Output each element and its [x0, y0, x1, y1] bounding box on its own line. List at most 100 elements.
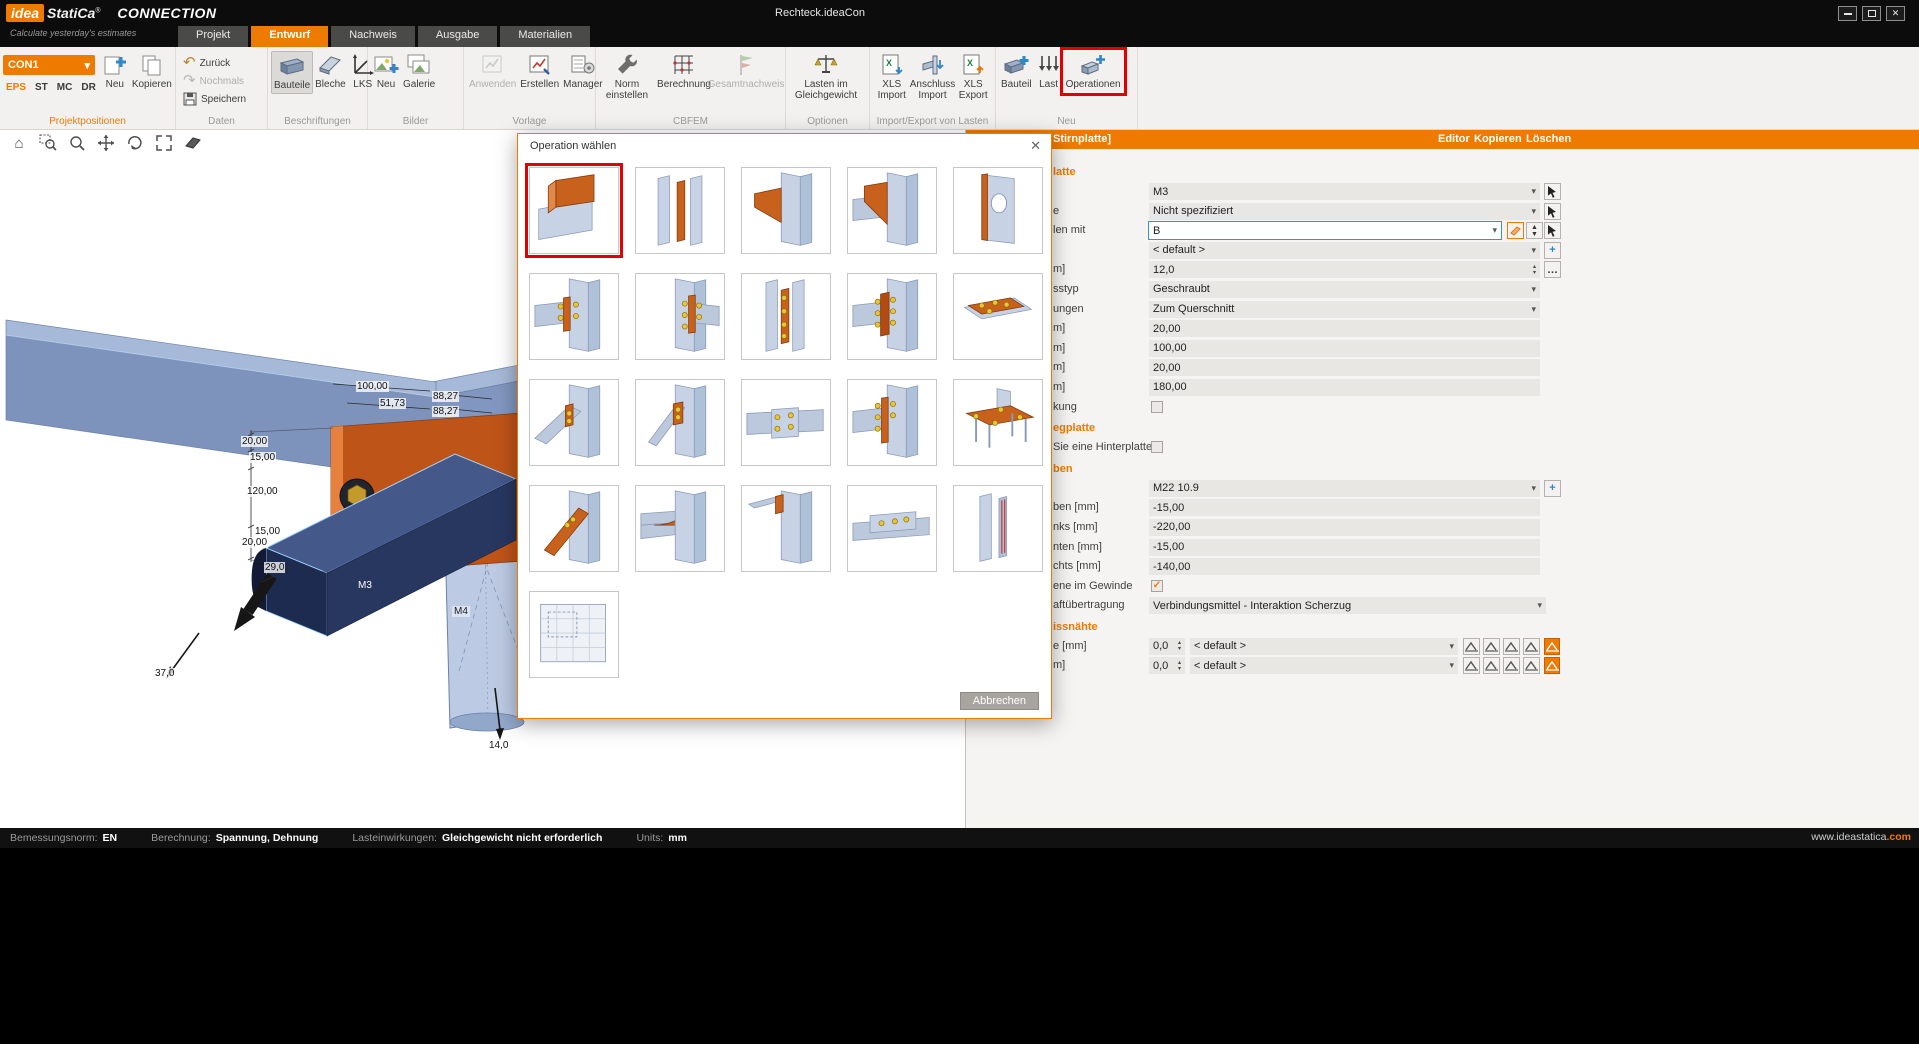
editor-button[interactable]: Editor: [1438, 133, 1470, 145]
reorder-button[interactable]: ▲▼: [1526, 222, 1543, 239]
operation-tile-15[interactable]: [953, 379, 1043, 466]
neu-position-button[interactable]: Neu: [100, 51, 130, 92]
weld-type-button[interactable]: [1503, 638, 1520, 655]
weld-type-button[interactable]: [1503, 657, 1520, 674]
operation-tile-17[interactable]: [635, 485, 725, 572]
weld-type-button[interactable]: [1523, 638, 1540, 655]
select-in-scene-button[interactable]: [1544, 183, 1561, 200]
property-field[interactable]: -140,00: [1149, 558, 1540, 575]
cancel-button[interactable]: Abbrechen: [960, 692, 1039, 710]
operation-tile-3[interactable]: [741, 167, 831, 254]
xls-import-button[interactable]: X XLS Import: [873, 51, 911, 102]
operation-tile-20[interactable]: [953, 485, 1043, 572]
close-dialog-icon[interactable]: ✕: [1030, 138, 1041, 154]
checkbox[interactable]: [1151, 441, 1163, 453]
plate-side-button[interactable]: [1507, 222, 1524, 239]
operation-tile-8[interactable]: [741, 273, 831, 360]
gesamtnachweis-button[interactable]: Gesamtnachweis: [713, 51, 779, 92]
property-field[interactable]: 180,00: [1149, 379, 1540, 396]
weld-type-button[interactable]: [1523, 657, 1540, 674]
checkbox[interactable]: [1151, 401, 1163, 413]
property-dropdown[interactable]: < default >▾: [1190, 638, 1458, 655]
anwenden-button[interactable]: Anwenden: [467, 51, 518, 92]
kopieren-position-button[interactable]: Kopieren: [130, 51, 174, 92]
property-field[interactable]: 20,00: [1149, 320, 1540, 337]
property-dropdown[interactable]: M22 10.9▾: [1149, 480, 1540, 497]
checkbox[interactable]: ✓: [1151, 580, 1163, 592]
clipping-plane-icon[interactable]: [182, 133, 204, 153]
property-field[interactable]: -220,00: [1149, 519, 1540, 536]
weld-type-button[interactable]: [1463, 657, 1480, 674]
zoom-icon[interactable]: [66, 133, 88, 153]
pos-type-dr[interactable]: DR: [81, 82, 95, 93]
zurueck-button[interactable]: ↶Zurück: [179, 54, 264, 72]
operation-tile-9[interactable]: [847, 273, 937, 360]
property-dropdown[interactable]: Nicht spezifiziert▾: [1149, 203, 1540, 220]
bauteile-toggle[interactable]: Bauteile: [271, 51, 313, 94]
bleche-toggle[interactable]: Bleche: [313, 51, 348, 92]
operation-tile-6[interactable]: [529, 273, 619, 360]
tab-nachweis[interactable]: Nachweis: [331, 26, 415, 47]
pos-type-mc[interactable]: MC: [57, 82, 73, 93]
tab-ausgabe[interactable]: Ausgabe: [418, 26, 497, 47]
property-dropdown[interactable]: Verbindungsmittel - Interaktion Scherzug…: [1149, 597, 1546, 614]
loeschen-operation-button[interactable]: Löschen: [1526, 133, 1571, 145]
website-link[interactable]: www.ideastatica.com: [1811, 831, 1911, 843]
maximize-button[interactable]: [1862, 6, 1881, 21]
neu-bild-button[interactable]: Neu: [371, 51, 401, 92]
property-field[interactable]: 100,00: [1149, 340, 1540, 357]
erstellen-button[interactable]: Erstellen: [518, 51, 561, 92]
operation-tile-7[interactable]: [635, 273, 725, 360]
norm-einstellen-button[interactable]: Norm einstellen: [599, 51, 655, 102]
add-item-button[interactable]: +: [1544, 480, 1561, 497]
property-dropdown[interactable]: Zum Querschnitt▾: [1149, 301, 1540, 318]
property-spinner[interactable]: 0,0▴▾: [1149, 657, 1185, 674]
operation-tile-16[interactable]: [529, 485, 619, 572]
weld-active-button[interactable]: [1544, 638, 1560, 655]
spinner-arrows-icon[interactable]: ▴▾: [1178, 640, 1181, 652]
operation-tile-4[interactable]: [847, 167, 937, 254]
property-field[interactable]: -15,00: [1149, 539, 1540, 556]
pos-type-st[interactable]: ST: [35, 82, 48, 93]
pan-icon[interactable]: [95, 133, 117, 153]
tab-projekt[interactable]: Projekt: [178, 26, 248, 47]
operation-tile-18[interactable]: [741, 485, 831, 572]
anschluss-import-button[interactable]: Anschluss Import: [911, 51, 955, 102]
project-item-selector[interactable]: CON1▾: [3, 55, 95, 75]
galerie-button[interactable]: Galerie: [401, 51, 437, 92]
operation-tile-19[interactable]: [847, 485, 937, 572]
weld-type-button[interactable]: [1483, 638, 1500, 655]
operation-tile-12[interactable]: [635, 379, 725, 466]
lasten-gleichgewicht-button[interactable]: Lasten im Gleichgewicht: [789, 51, 863, 102]
zoom-extents-icon[interactable]: [153, 133, 175, 153]
tab-materialien[interactable]: Materialien: [500, 26, 590, 47]
weld-active-button[interactable]: [1544, 657, 1560, 674]
operation-tile-10[interactable]: [953, 273, 1043, 360]
kopieren-operation-button[interactable]: Kopieren: [1474, 133, 1522, 145]
operation-tile-14[interactable]: [847, 379, 937, 466]
property-dropdown[interactable]: < default >▾: [1190, 657, 1458, 674]
xls-export-button[interactable]: X XLS Export: [955, 51, 993, 102]
property-dropdown[interactable]: B▾: [1149, 222, 1501, 239]
last-neu-button[interactable]: Last: [1034, 51, 1064, 92]
property-field[interactable]: -15,00: [1149, 499, 1540, 516]
select-in-scene-button[interactable]: [1544, 222, 1561, 239]
operation-tile-2[interactable]: [635, 167, 725, 254]
home-view-icon[interactable]: ⌂: [8, 133, 30, 153]
weld-type-button[interactable]: [1483, 657, 1500, 674]
operation-tile-13[interactable]: [741, 379, 831, 466]
add-item-button[interactable]: +: [1544, 242, 1561, 259]
tab-entwurf[interactable]: Entwurf: [251, 26, 328, 47]
operationen-button[interactable]: Operationen: [1064, 51, 1123, 92]
operation-tile-11[interactable]: [529, 379, 619, 466]
spinner-arrows-icon[interactable]: ▴▾: [1533, 264, 1536, 276]
bauteil-neu-button[interactable]: Bauteil: [999, 51, 1034, 92]
nochmals-button[interactable]: ↷Nochmals: [179, 72, 264, 90]
more-options-button[interactable]: …: [1544, 261, 1561, 278]
property-dropdown[interactable]: M3▾: [1149, 183, 1540, 200]
select-in-scene-button[interactable]: [1544, 203, 1561, 220]
operation-tile-21[interactable]: [529, 591, 619, 678]
berechnung-button[interactable]: Berechnung: [655, 51, 713, 92]
zoom-window-icon[interactable]: [37, 133, 59, 153]
property-dropdown[interactable]: Geschraubt▾: [1149, 281, 1540, 298]
